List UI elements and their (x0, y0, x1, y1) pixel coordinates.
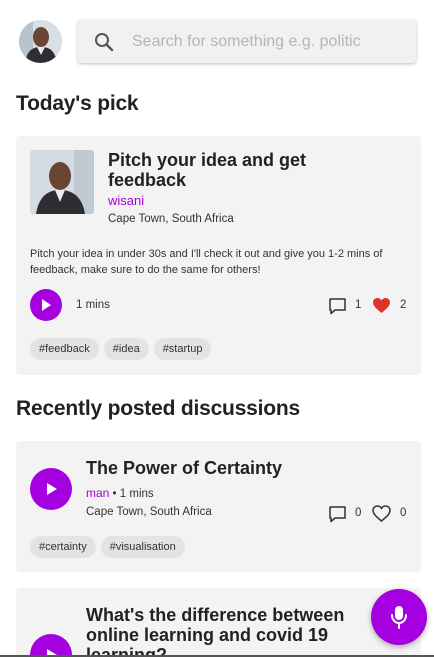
tag-chip[interactable]: #certainty (30, 536, 96, 558)
search-bar[interactable] (78, 20, 416, 63)
duration-text: 1 mins (119, 488, 154, 500)
search-icon[interactable] (94, 32, 114, 52)
author-link[interactable]: man (86, 486, 109, 500)
microphone-icon (391, 606, 407, 629)
like-count: 0 (400, 507, 407, 519)
record-fab-button[interactable] (371, 589, 427, 645)
discussion-title[interactable]: What's the difference between online lea… (86, 605, 381, 657)
heart-icon[interactable] (372, 297, 391, 314)
discussion-card[interactable]: The Power of Certainty man • 1 mins Cape… (16, 441, 421, 572)
discussion-card[interactable]: What's the difference between online lea… (16, 588, 421, 657)
discussion-title[interactable]: The Power of Certainty (86, 458, 386, 478)
comment-icon[interactable] (328, 297, 347, 315)
discussion-meta: man • 1 mins (86, 486, 154, 500)
location-text: Cape Town, South Africa (108, 213, 234, 225)
comment-count: 0 (355, 507, 362, 519)
section-title-todays-pick: Today's pick (16, 92, 139, 115)
discussion-thumbnail (30, 150, 94, 214)
meta-separator: • (112, 488, 117, 500)
author-link[interactable]: wisani (108, 193, 144, 208)
section-title-recent-discussions: Recently posted discussions (16, 397, 301, 420)
comment-count: 1 (355, 299, 362, 311)
play-button[interactable] (30, 289, 62, 321)
play-button[interactable] (30, 468, 72, 510)
todays-pick-card[interactable]: Pitch your idea and get feedback wisani … (16, 136, 421, 375)
top-bar (0, 0, 434, 84)
play-icon (42, 299, 51, 311)
tag-chip[interactable]: #feedback (30, 338, 99, 360)
comment-icon[interactable] (328, 505, 347, 523)
tag-chip[interactable]: #idea (103, 338, 149, 360)
duration-text: 1 mins (76, 299, 110, 311)
play-icon (47, 483, 57, 495)
play-button[interactable] (30, 634, 72, 657)
tag-chip[interactable]: #visualisation (100, 536, 185, 558)
heart-icon[interactable] (372, 505, 391, 522)
location-text: Cape Town, South Africa (86, 506, 212, 518)
user-avatar[interactable] (19, 20, 62, 63)
tag-chip[interactable]: #startup (153, 338, 212, 360)
search-input[interactable] (132, 32, 362, 51)
tag-list: #feedback #idea #startup (30, 338, 212, 360)
discussion-description: Pitch your idea in under 30s and I'll ch… (30, 248, 383, 276)
tag-list: #certainty #visualisation (30, 536, 185, 558)
discussion-title[interactable]: Pitch your idea and get feedback (108, 150, 358, 190)
like-count: 2 (400, 299, 407, 311)
